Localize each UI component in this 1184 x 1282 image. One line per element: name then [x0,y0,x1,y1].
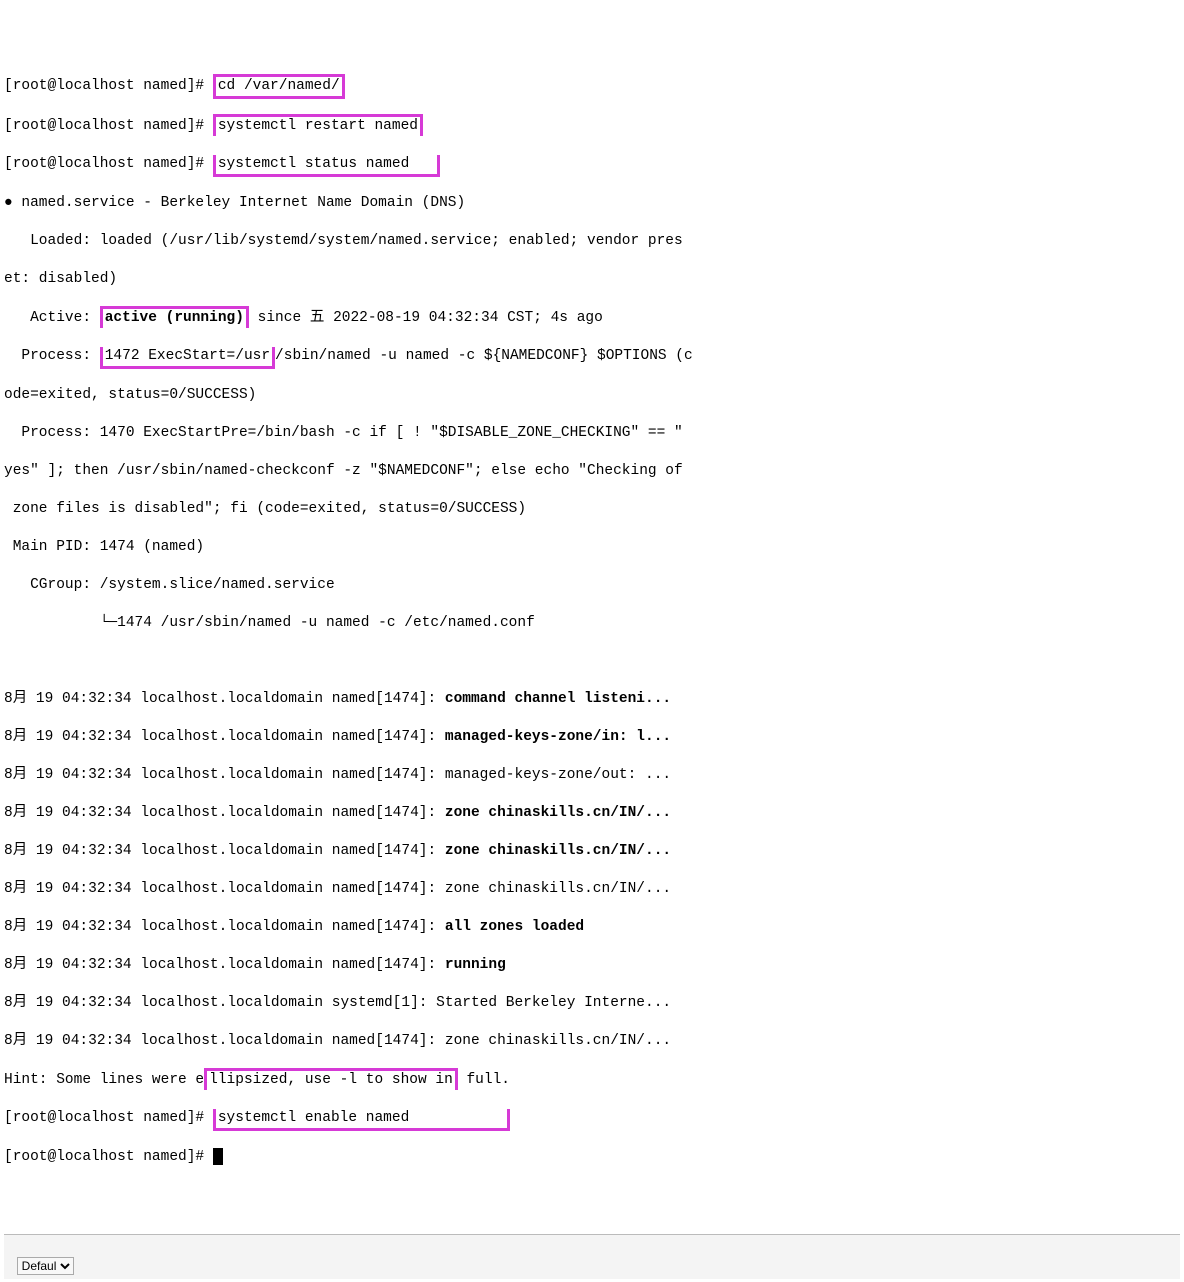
highlight-hint: llipsized, use -l to show in [204,1068,458,1090]
cursor-block [213,1148,223,1165]
line-enable: [root@localhost named]# systemctl enable… [4,1109,1180,1129]
prompt: [root@localhost named]# [4,118,213,134]
highlight-restart: systemctl restart named [213,114,423,136]
status-proc2c: zone files is disabled"; fi (code=exited… [4,500,1180,519]
line-status: [root@localhost named]# systemctl status… [4,155,1180,175]
status-loaded: Loaded: loaded (/usr/lib/systemd/system/… [4,232,1180,251]
log-line-1: 8月 19 04:32:34 localhost.localdomain nam… [4,690,1180,709]
log-line-7: 8月 19 04:32:34 localhost.localdomain nam… [4,918,1180,937]
highlight-cd: cd /var/named/ [213,74,345,99]
status-proc1: Process: 1472 ExecStart=/usr/sbin/named … [4,347,1180,367]
status-active: Active: active (running) since 五 2022-08… [4,308,1180,328]
log-line-10: 8月 19 04:32:34 localhost.localdomain nam… [4,1032,1180,1051]
log-line-2: 8月 19 04:32:34 localhost.localdomain nam… [4,728,1180,747]
status-proc1b: ode=exited, status=0/SUCCESS) [4,386,1180,405]
highlight-active: active (running) [100,306,249,328]
footer-bar: Defaul [4,1234,1180,1279]
log-line-4: 8月 19 04:32:34 localhost.localdomain nam… [4,804,1180,823]
hint-line: Hint: Some lines were ellipsized, use -l… [4,1070,1180,1090]
highlight-proc: 1472 ExecStart=/usr [100,347,275,369]
status-cgroup2: └─1474 /usr/sbin/named -u named -c /etc/… [4,614,1180,633]
line-prompt-cursor: [root@localhost named]# [4,1148,1180,1167]
log-line-9: 8月 19 04:32:34 localhost.localdomain sys… [4,994,1180,1013]
status-proc2a: Process: 1470 ExecStartPre=/bin/bash -c … [4,424,1180,443]
line-restart: [root@localhost named]# systemctl restar… [4,116,1180,136]
log-line-5: 8月 19 04:32:34 localhost.localdomain nam… [4,842,1180,861]
log-line-3: 8月 19 04:32:34 localhost.localdomain nam… [4,766,1180,785]
status-unit: ● named.service - Berkeley Internet Name… [4,194,1180,213]
prompt: [root@localhost named]# [4,78,213,94]
status-proc2b: yes" ]; then /usr/sbin/named-checkconf -… [4,462,1180,481]
prompt: [root@localhost named]# [4,1149,204,1165]
blank-line [4,652,1180,671]
active-running: active (running) [105,310,244,326]
prompt: [root@localhost named]# [4,1110,213,1126]
status-mainpid: Main PID: 1474 (named) [4,538,1180,557]
terminal-output[interactable]: [root@localhost named]# cd /var/named/ [… [4,57,1180,1186]
line-cd: [root@localhost named]# cd /var/named/ [4,76,1180,97]
status-loaded2: et: disabled) [4,270,1180,289]
status-cgroup: CGroup: /system.slice/named.service [4,576,1180,595]
footer-select[interactable]: Defaul [17,1257,74,1275]
log-line-8: 8月 19 04:32:34 localhost.localdomain nam… [4,956,1180,975]
highlight-status: systemctl status named [213,155,441,177]
prompt: [root@localhost named]# [4,156,213,172]
highlight-enable: systemctl enable named [213,1109,510,1131]
log-line-6: 8月 19 04:32:34 localhost.localdomain nam… [4,880,1180,899]
